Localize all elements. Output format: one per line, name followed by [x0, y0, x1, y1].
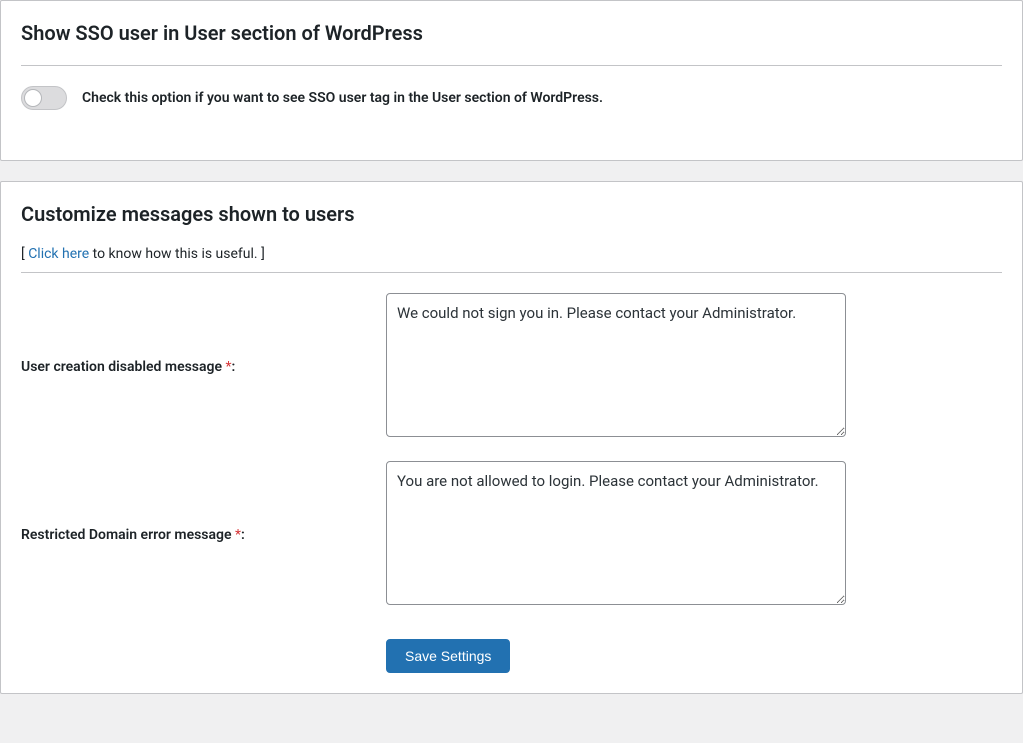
- restricted-domain-textarea[interactable]: [386, 461, 846, 605]
- field-cell: [386, 461, 846, 609]
- user-creation-disabled-row: User creation disabled message *:: [21, 293, 1002, 441]
- label-cell: User creation disabled message *:: [21, 359, 366, 375]
- divider: [21, 272, 1002, 273]
- sso-toggle-row: Check this option if you want to see SSO…: [21, 86, 1002, 140]
- save-settings-button[interactable]: Save Settings: [386, 639, 510, 673]
- button-offset: [21, 639, 386, 673]
- restricted-domain-row: Restricted Domain error message *:: [21, 461, 1002, 609]
- label-cell: Restricted Domain error message *:: [21, 527, 366, 543]
- divider: [21, 65, 1002, 66]
- sso-panel-title: Show SSO user in User section of WordPre…: [21, 21, 1002, 45]
- click-here-link[interactable]: Click here: [28, 246, 89, 262]
- user-creation-disabled-textarea[interactable]: [386, 293, 846, 437]
- user-creation-disabled-label: User creation disabled message: [21, 359, 226, 375]
- helper-text: [ Click here to know how this is useful.…: [21, 246, 1002, 262]
- customize-messages-panel: Customize messages shown to users [ Clic…: [0, 181, 1023, 694]
- helper-suffix: to know how this is useful. ]: [89, 246, 265, 262]
- sso-toggle-description: Check this option if you want to see SSO…: [82, 90, 603, 106]
- toggle-knob: [24, 89, 42, 107]
- button-row: Save Settings: [21, 639, 1002, 673]
- sso-user-section-panel: Show SSO user in User section of WordPre…: [0, 0, 1023, 161]
- field-cell: [386, 293, 846, 441]
- messages-panel-title: Customize messages shown to users: [21, 202, 1002, 226]
- sso-toggle-switch[interactable]: [21, 86, 67, 110]
- restricted-domain-label: Restricted Domain error message: [21, 527, 235, 543]
